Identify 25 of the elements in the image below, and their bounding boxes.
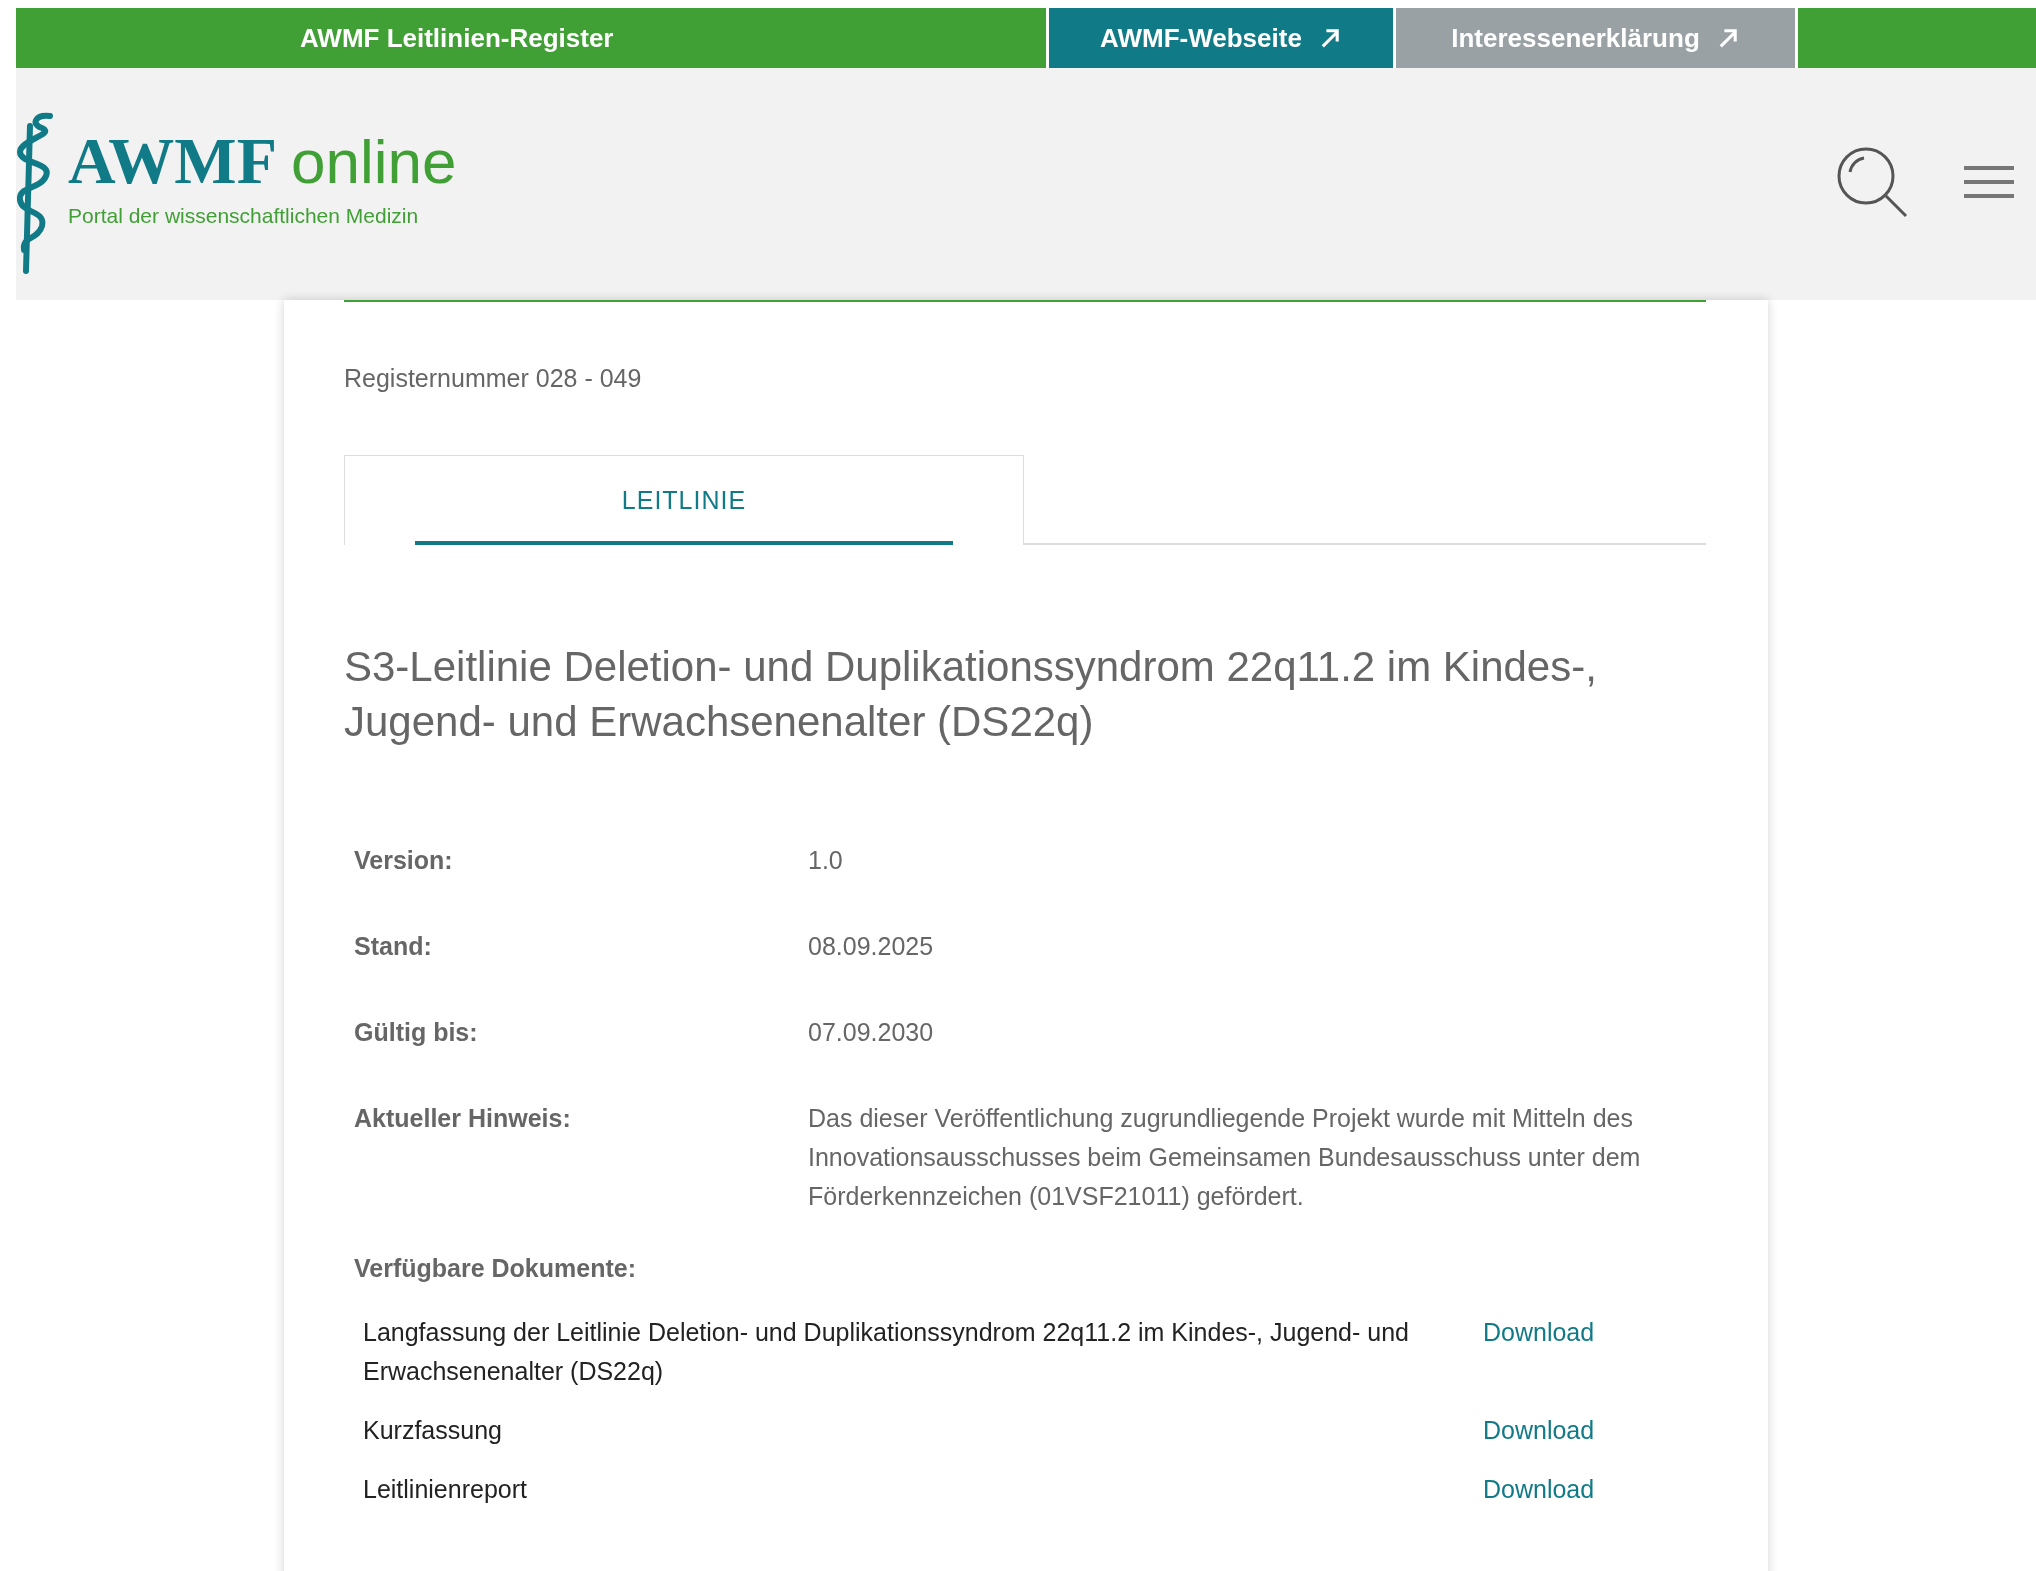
site-title: AWMF Leitlinien-Register	[300, 22, 614, 54]
guideline-title: S3-Leitlinie Deletion- und Duplikationssyndrom 22q11.2 im Kindes-, Jugend- und Erwachsenenalter (DS22q)	[344, 642, 1598, 747]
detail-value: 07.09.2030	[808, 1017, 935, 1048]
menu-icon[interactable]	[1964, 165, 2014, 199]
download-link[interactable]: Download	[1483, 1313, 1706, 1352]
tab[interactable]: LEITLINIE	[344, 455, 1024, 545]
document-name: Leitlinienreport	[363, 1474, 528, 1505]
register-number: Registernummer 028 - 049	[344, 364, 643, 393]
download-link[interactable]: Download	[1483, 1411, 1706, 1450]
detail-value: 1.0	[808, 845, 844, 876]
detail-label: Aktueller Hinweis:	[354, 1103, 572, 1134]
detail-value: Das dieser Veröffentlichung zugrundliegende Projekt wurde mit Mitteln des Innovationsausschusses beim Gemeinsamen Bundesausschuss unter dem Förderkennzeichen (01VSF21011) gefördert.	[808, 1103, 1642, 1212]
detail-label: Gültig bis:	[354, 1017, 479, 1048]
external-link-button[interactable]: AWMF-Webseite	[1046, 8, 1393, 68]
logo-tagline: Portal der wissenschaftlichen Medizin	[68, 204, 419, 228]
logo-wordmark: AWMF	[68, 128, 277, 194]
logo-wordmark-suffix: online	[290, 131, 457, 193]
documents-heading: Verfügbare Dokumente:	[353, 1254, 637, 1283]
detail-label: Stand:	[354, 931, 433, 962]
detail-value: 08.09.2025	[808, 931, 935, 962]
download-link[interactable]: Download	[1483, 1470, 1706, 1509]
document-name: Kurzfassung	[363, 1415, 503, 1446]
detail-label: Version:	[354, 845, 454, 876]
external-link-button[interactable]: Interessenerklärung	[1393, 8, 1798, 68]
document-name: Langfassung der Leitlinie Deletion- und Duplikationssyndrom 22q11.2 im Kindes-, Jugend- und Erwachsenenalter (DS22q)	[363, 1317, 1410, 1387]
